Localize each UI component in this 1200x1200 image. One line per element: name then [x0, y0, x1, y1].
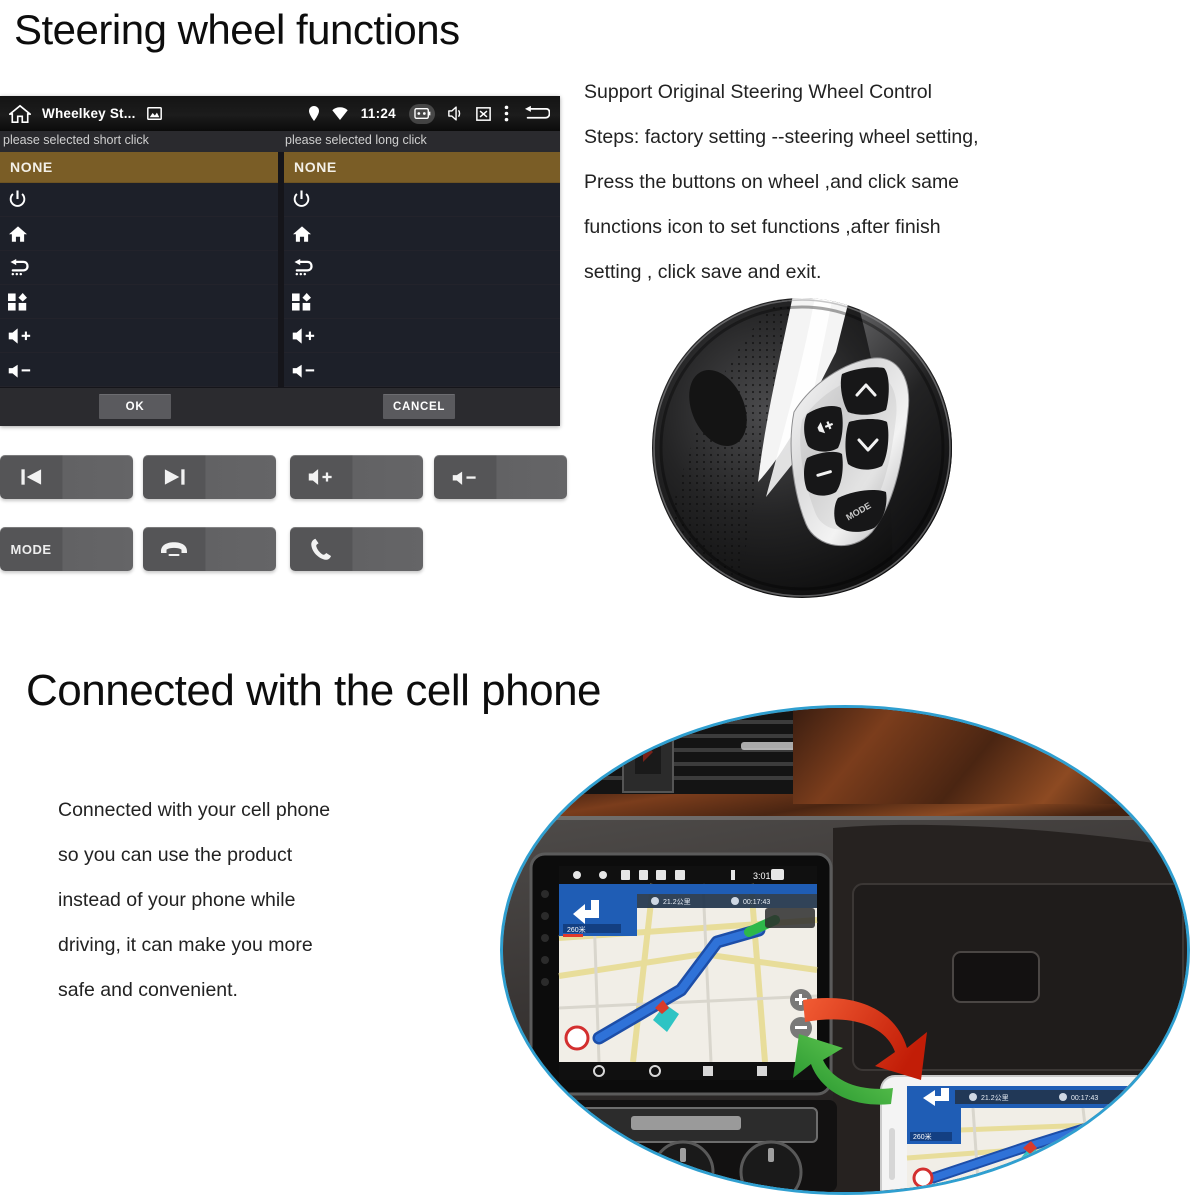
home-icon — [292, 225, 312, 243]
list-item-power-short[interactable] — [0, 183, 278, 217]
instruction-line: functions icon to set functions ,after f… — [584, 216, 941, 238]
column-header-short-click: please selected short click — [3, 133, 149, 147]
car-dashboard-photo: 3:01 260米 21.2公里 00:17:43 21.2公里 00:17:4… — [500, 705, 1190, 1195]
skip-previous-icon — [0, 467, 62, 487]
back-dotted-icon — [8, 258, 29, 277]
list-item-volume-down-long[interactable] — [284, 353, 560, 387]
list-column-headers: please selected short click please selec… — [0, 131, 560, 152]
sdcard-missing-icon[interactable] — [476, 106, 491, 121]
phone-text-line: Connected with your cell phone — [58, 799, 331, 821]
volume-up-icon — [292, 327, 317, 345]
list-item-back-long[interactable] — [284, 251, 560, 285]
list-item-apps-short[interactable] — [0, 285, 278, 319]
instruction-line: Steps: factory setting --steering wheel … — [584, 126, 979, 148]
overflow-menu-icon[interactable] — [504, 105, 509, 122]
android-app-title: Wheelkey St... — [42, 106, 136, 121]
list-item-none-short[interactable]: NONE — [0, 152, 278, 183]
phone-text-line: safe and convenient. — [58, 979, 238, 1001]
list-item-back-short[interactable] — [0, 251, 278, 285]
volume-up-icon — [290, 467, 352, 487]
volume-down-icon — [292, 361, 317, 379]
page-title-connected-with-cell-phone: Connected with the cell phone — [26, 666, 602, 715]
power-icon — [8, 190, 27, 209]
page-title-steering-wheel-functions: Steering wheel functions — [14, 6, 460, 53]
volume-up-icon — [8, 327, 33, 345]
nav-eta-distance: 21.2公里 — [663, 898, 691, 906]
speaker-icon[interactable] — [448, 106, 463, 121]
home-icon[interactable] — [9, 104, 31, 124]
svg-text:21.2公里: 21.2公里 — [981, 1094, 1009, 1102]
smartphone-mockup: 21.2公里 00:17:43 260米 — [880, 1075, 1182, 1192]
volume-down-icon — [8, 361, 33, 379]
key-button-previous-track[interactable] — [0, 455, 133, 499]
phone-icon — [290, 538, 352, 561]
battery-icon[interactable] — [409, 103, 435, 124]
long-click-function-list[interactable]: NONE — [284, 152, 560, 426]
android-status-bar: Wheelkey St... 11:24 — [0, 96, 560, 131]
phone-text-line: driving, it can make you more — [58, 934, 313, 956]
key-button-answer-call[interactable] — [290, 527, 423, 571]
list-item-volume-up-short[interactable] — [0, 319, 278, 353]
key-button-next-track[interactable] — [143, 455, 276, 499]
location-pin-icon — [308, 106, 319, 121]
power-icon — [292, 190, 311, 209]
back-arrow-icon[interactable] — [522, 105, 550, 123]
head-unit-clock: 3:01 — [753, 871, 771, 881]
android-clock: 11:24 — [360, 106, 396, 121]
image-icon[interactable] — [146, 107, 162, 120]
svg-text:00:17:43: 00:17:43 — [1071, 1095, 1098, 1102]
list-item-label: NONE — [294, 159, 337, 175]
back-dotted-icon — [292, 258, 313, 277]
short-click-function-list[interactable]: NONE — [0, 152, 278, 426]
home-icon — [8, 225, 28, 243]
nav-distance: 260米 — [567, 925, 586, 934]
phone-text-line: so you can use the product — [58, 844, 293, 866]
instruction-line: setting , click save and exit. — [584, 261, 822, 283]
key-button-label: MODE — [10, 541, 52, 557]
instruction-line: Support Original Steering Wheel Control — [584, 81, 932, 103]
column-header-long-click: please selected long click — [285, 133, 427, 147]
phone-connection-text: Connected with your cell phone so you ca… — [58, 788, 330, 1013]
volume-down-icon — [434, 467, 496, 487]
nav-eta-time: 00:17:43 — [743, 899, 770, 906]
android-screenshot-panel: Wheelkey St... 11:24 please selected sho… — [0, 96, 560, 426]
key-button-hang-up[interactable] — [143, 527, 276, 571]
svg-text:260米: 260米 — [913, 1132, 932, 1141]
list-item-volume-down-short[interactable] — [0, 353, 278, 387]
instruction-line: Press the buttons on wheel ,and click sa… — [584, 171, 960, 193]
dialog-button-bar: OK CANCEL — [0, 388, 560, 426]
apps-grid-icon — [292, 292, 311, 311]
steering-instructions-text: Support Original Steering Wheel Control … — [584, 70, 979, 295]
list-item-home-short[interactable] — [0, 217, 278, 251]
key-button-volume-down[interactable] — [434, 455, 567, 499]
key-button-volume-up[interactable] — [290, 455, 423, 499]
apps-grid-icon — [8, 292, 27, 311]
key-button-mode[interactable]: MODE — [0, 527, 133, 571]
ok-button[interactable]: OK — [99, 394, 171, 419]
skip-next-icon — [143, 467, 205, 487]
wifi-icon — [332, 107, 348, 120]
list-item-volume-up-long[interactable] — [284, 319, 560, 353]
phone-hangup-icon — [143, 539, 205, 559]
list-item-apps-long[interactable] — [284, 285, 560, 319]
list-item-none-long[interactable]: NONE — [284, 152, 560, 183]
list-item-label: NONE — [10, 159, 53, 175]
phone-text-line: instead of your phone while — [58, 889, 296, 911]
list-item-home-long[interactable] — [284, 217, 560, 251]
steering-wheel-photo: MODE — [646, 292, 958, 604]
list-item-power-long[interactable] — [284, 183, 560, 217]
cancel-button[interactable]: CANCEL — [383, 394, 455, 419]
